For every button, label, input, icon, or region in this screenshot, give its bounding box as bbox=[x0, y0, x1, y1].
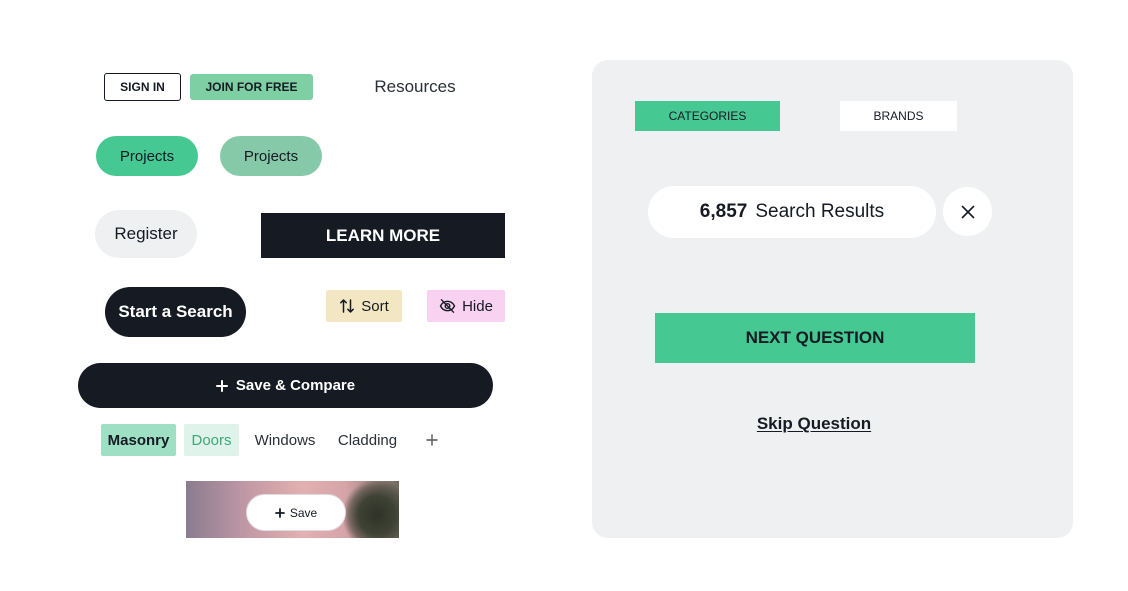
tab-brands[interactable]: BRANDS bbox=[840, 101, 957, 131]
close-button[interactable] bbox=[943, 187, 992, 236]
sort-arrows-icon bbox=[339, 298, 355, 314]
join-free-button[interactable]: JOIN FOR FREE bbox=[190, 74, 313, 100]
register-button[interactable]: Register bbox=[95, 210, 197, 258]
start-search-button[interactable]: Start a Search bbox=[105, 287, 246, 337]
plus-icon bbox=[426, 434, 438, 446]
tag-cladding[interactable]: Cladding bbox=[333, 424, 402, 456]
resources-link[interactable]: Resources bbox=[360, 74, 470, 100]
hide-label: Hide bbox=[462, 297, 493, 315]
image-save-label: Save bbox=[289, 505, 318, 520]
save-compare-label: Save & Compare bbox=[235, 377, 356, 394]
skip-question-link[interactable]: Skip Question bbox=[714, 410, 914, 438]
image-save-button[interactable]: Save bbox=[246, 494, 346, 531]
results-label: Search Results bbox=[755, 201, 885, 222]
close-icon bbox=[961, 205, 975, 219]
palm-tree-graphic bbox=[344, 481, 399, 538]
eye-off-icon bbox=[439, 298, 456, 314]
learn-more-button[interactable]: LEARN MORE bbox=[261, 213, 505, 258]
sort-button[interactable]: Sort bbox=[326, 290, 402, 322]
search-results-badge: 6,857 Search Results bbox=[648, 186, 936, 238]
next-question-button[interactable]: NEXT QUESTION bbox=[655, 313, 975, 363]
results-count: 6,857 bbox=[699, 201, 748, 222]
projects-button-primary[interactable]: Projects bbox=[96, 136, 198, 176]
plus-icon bbox=[215, 379, 228, 392]
save-compare-button[interactable]: Save & Compare bbox=[78, 363, 493, 408]
tag-masonry[interactable]: Masonry bbox=[101, 424, 176, 456]
tag-windows[interactable]: Windows bbox=[251, 424, 319, 456]
add-tag-button[interactable] bbox=[420, 424, 444, 456]
search-panel bbox=[592, 60, 1073, 538]
sign-in-button[interactable]: SIGN IN bbox=[104, 73, 181, 101]
projects-button-secondary[interactable]: Projects bbox=[220, 136, 322, 176]
tag-doors[interactable]: Doors bbox=[184, 424, 239, 456]
sort-label: Sort bbox=[361, 297, 389, 315]
hide-button[interactable]: Hide bbox=[427, 290, 505, 322]
tab-categories[interactable]: CATEGORIES bbox=[635, 101, 780, 131]
plus-icon bbox=[274, 507, 285, 518]
